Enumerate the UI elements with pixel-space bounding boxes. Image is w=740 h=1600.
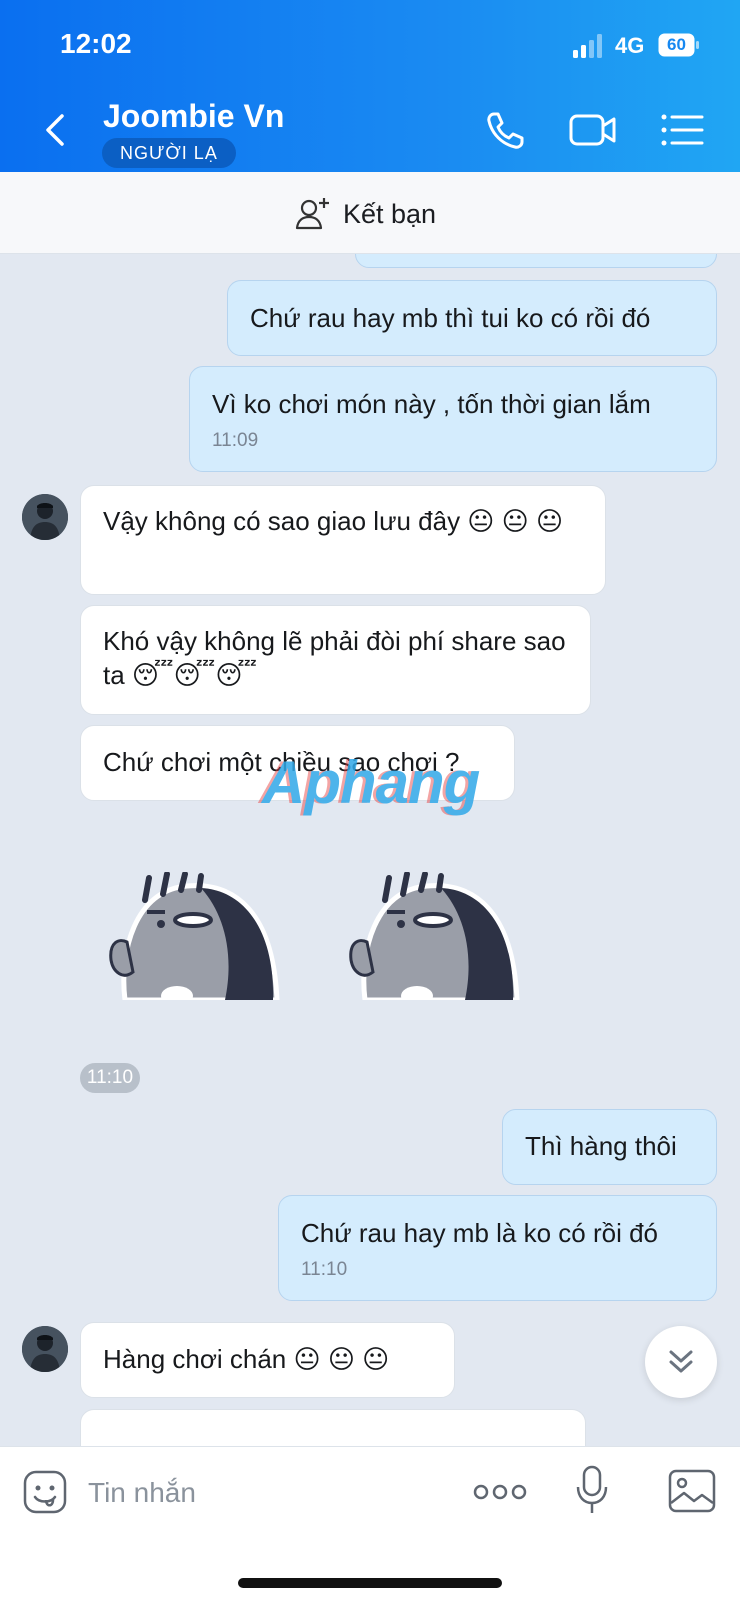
message-bubble[interactable]: Chứ rau hay mb thì tui ko có rồi đó bbox=[227, 280, 717, 356]
message-bubble-partial[interactable] bbox=[355, 254, 717, 268]
message-list[interactable]: Chứ rau hay mb thì tui ko có rồi đó Vì k… bbox=[0, 254, 740, 1446]
contact-name[interactable]: Joombie Vn bbox=[103, 98, 284, 135]
message-text: Chứ rau hay mb là ko có rồi đó bbox=[301, 1218, 659, 1248]
add-friend-bar[interactable]: Kết bạn bbox=[0, 172, 740, 254]
message-bubble[interactable]: Khó vậy không lẽ phải đòi phí share sao … bbox=[80, 605, 591, 715]
add-friend-label: Kết bạn bbox=[343, 198, 437, 229]
message-bubble[interactable]: Hàng chơi chán 😐 😐 😐 bbox=[80, 1322, 455, 1398]
message-input[interactable] bbox=[88, 1471, 428, 1515]
message-time: 11:10 bbox=[301, 1259, 348, 1280]
more-options-icon[interactable] bbox=[473, 1477, 527, 1507]
add-friend-button[interactable]: Kết bạn bbox=[295, 194, 436, 234]
avatar[interactable] bbox=[22, 494, 68, 540]
message-text: Thì hàng thôi bbox=[525, 1131, 677, 1161]
video-call-icon[interactable] bbox=[568, 108, 618, 152]
stranger-badge: NGƯỜI LẠ bbox=[102, 138, 236, 168]
message-text: Khó vậy không lẽ phải đòi phí share sao … bbox=[103, 626, 566, 690]
emoji-sticker-icon[interactable] bbox=[22, 1469, 68, 1515]
home-indicator bbox=[238, 1578, 502, 1588]
microphone-icon[interactable] bbox=[574, 1465, 610, 1515]
message-bubble-partial[interactable] bbox=[80, 1409, 586, 1446]
message-bubble[interactable]: Vì ko chơi món này , tốn thời gian lắm 1… bbox=[189, 366, 717, 472]
image-icon[interactable] bbox=[668, 1469, 716, 1513]
chevron-down-icon bbox=[669, 1350, 693, 1373]
avatar[interactable] bbox=[22, 1326, 68, 1372]
chat-header: 12:02 4G 60 Joombie Vn NGƯỜI LẠ bbox=[0, 0, 740, 172]
battery-icon: 60 bbox=[658, 33, 700, 57]
battery-level: 60 bbox=[667, 35, 686, 54]
status-time: 12:02 bbox=[60, 28, 132, 59]
message-time: 11:09 bbox=[212, 430, 259, 451]
message-input-bar bbox=[0, 1446, 740, 1600]
message-bubble[interactable]: Chứ rau hay mb là ko có rồi đó 11:10 bbox=[278, 1195, 717, 1301]
sticker-time: 11:10 bbox=[80, 1063, 140, 1093]
message-bubble[interactable]: Vậy không có sao giao lưu đây 😐 😐 😐 bbox=[80, 485, 606, 595]
back-icon[interactable] bbox=[36, 108, 76, 152]
scroll-to-bottom-button[interactable] bbox=[645, 1326, 717, 1398]
message-text: Vì ko chơi món này , tốn thời gian lắm bbox=[212, 389, 651, 419]
phone-icon[interactable] bbox=[482, 108, 532, 152]
message-text: Vậy không có sao giao lưu đây 😐 😐 😐 bbox=[103, 506, 564, 536]
network-type: 4G bbox=[615, 33, 645, 58]
message-text: Hàng chơi chán 😐 😐 😐 bbox=[103, 1344, 390, 1374]
add-friend-icon bbox=[295, 198, 329, 230]
signal-icon bbox=[573, 34, 602, 58]
sticker-image[interactable] bbox=[345, 872, 525, 1000]
message-bubble[interactable]: Thì hàng thôi bbox=[502, 1109, 717, 1185]
watermark: Aphang bbox=[262, 749, 480, 816]
menu-icon[interactable] bbox=[658, 108, 708, 152]
message-text: Chứ rau hay mb thì tui ko có rồi đó bbox=[250, 303, 651, 333]
sticker-image[interactable] bbox=[105, 872, 285, 1000]
